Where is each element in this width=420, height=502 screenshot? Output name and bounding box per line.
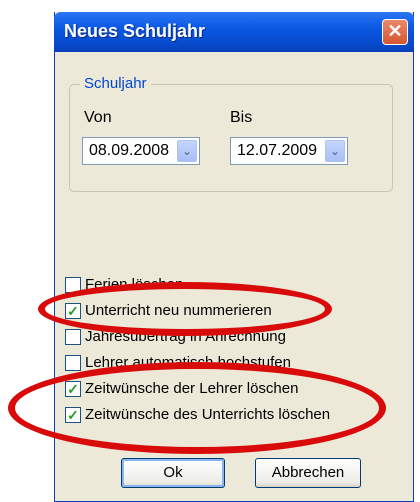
bis-date-value: 12.07.2009: [237, 142, 318, 159]
title-bar[interactable]: Neues Schuljahr ✕: [54, 12, 414, 52]
annotation-ellipse: [38, 282, 332, 336]
von-label: Von: [84, 109, 112, 126]
dialog-title: Neues Schuljahr: [64, 21, 206, 41]
von-date-value: 08.09.2008: [89, 142, 170, 159]
chevron-down-icon[interactable]: ⌄: [325, 140, 345, 162]
annotation-ellipse: [8, 362, 386, 454]
close-icon: ✕: [387, 21, 403, 41]
checkbox[interactable]: [65, 329, 81, 345]
checkbox[interactable]: [65, 355, 81, 371]
von-date-select[interactable]: 08.09.2008 ⌄: [82, 137, 200, 165]
schuljahr-group: Schuljahr Von 08.09.2008 ⌄ Bis 12.07.200…: [69, 75, 393, 192]
ok-label: Ok: [163, 464, 183, 481]
ok-button[interactable]: Ok: [121, 458, 225, 488]
cancel-label: Abbrechen: [271, 464, 345, 481]
schuljahr-legend: Schuljahr: [80, 75, 151, 92]
close-button[interactable]: ✕: [382, 19, 408, 45]
bis-date-select[interactable]: 12.07.2009 ⌄: [230, 137, 348, 165]
bis-label: Bis: [230, 109, 253, 126]
chevron-down-icon[interactable]: ⌄: [177, 140, 197, 162]
cancel-button[interactable]: Abbrechen: [255, 458, 361, 488]
